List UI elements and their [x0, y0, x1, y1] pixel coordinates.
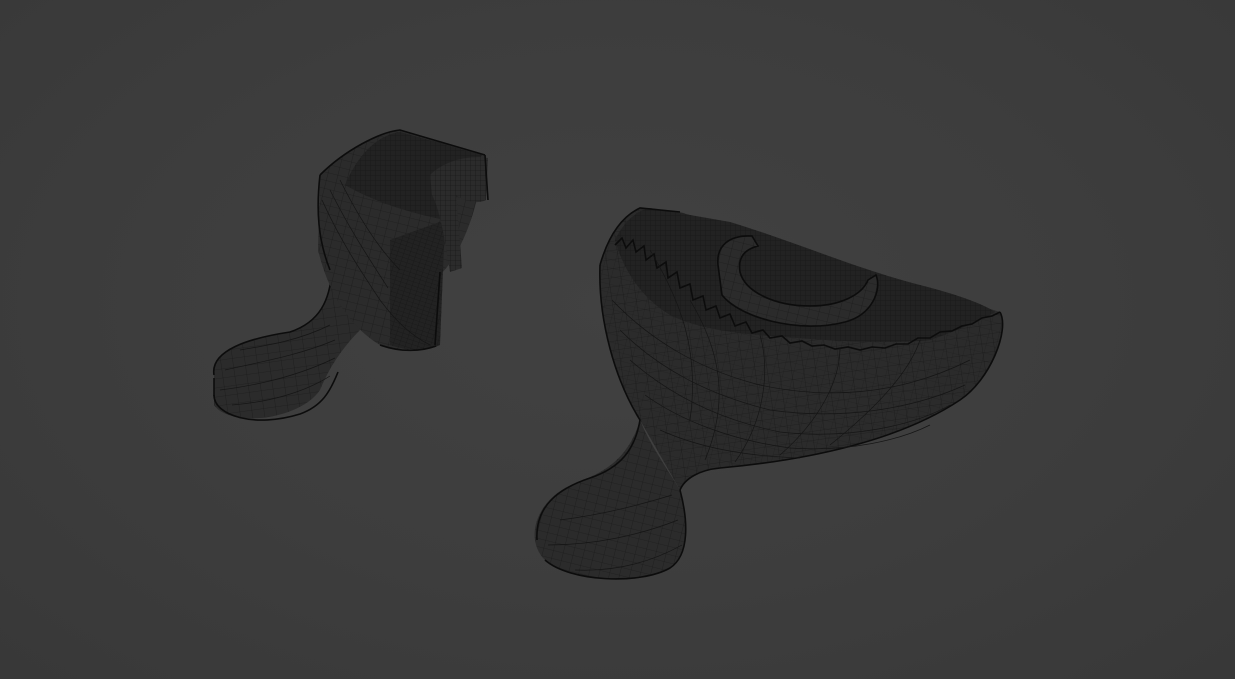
impression-tray-small[interactable] — [213, 129, 489, 421]
viewport-canvas[interactable] — [0, 0, 1235, 679]
impression-tray-large[interactable] — [534, 207, 1004, 580]
3d-viewport[interactable] — [0, 0, 1235, 679]
